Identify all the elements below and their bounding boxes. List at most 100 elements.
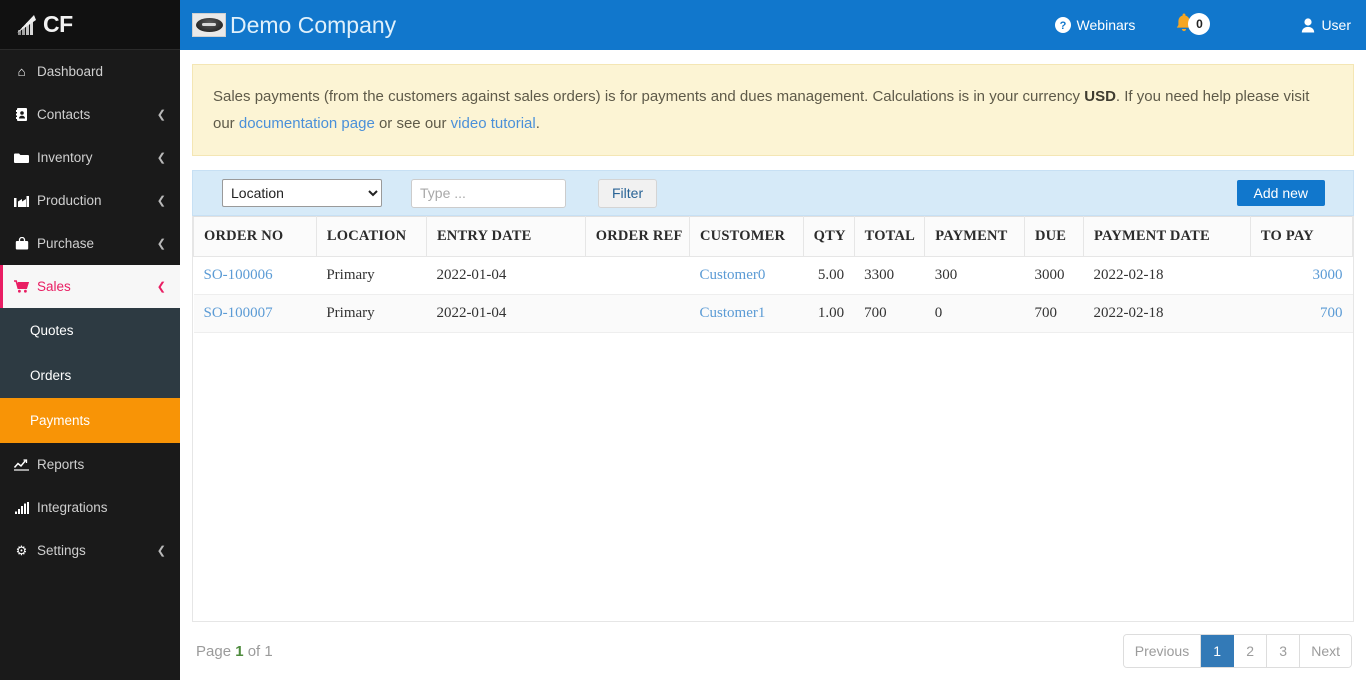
cell-qty: 5.00 (803, 256, 855, 295)
chevron-left-icon: ❮ (156, 238, 166, 250)
pagination: Previous 1 2 3 Next (1122, 634, 1352, 668)
sidebar-submenu-sales: Quotes Orders Payments (0, 308, 180, 443)
page-info-middle: of (243, 642, 265, 660)
info-banner: Sales payments (from the customers again… (192, 64, 1354, 156)
user-menu[interactable]: User (1286, 0, 1366, 50)
sidebar-item-production[interactable]: Production ❮ (0, 179, 180, 222)
pagination-page-3[interactable]: 3 (1267, 635, 1301, 667)
order-no-link[interactable]: SO-100007 (204, 305, 273, 321)
page-info: Page 1 of 1 (196, 643, 273, 660)
company-brand[interactable]: Demo Company (192, 12, 396, 39)
cell-customer[interactable]: Customer0 (689, 256, 804, 295)
col-customer[interactable]: CUSTOMER (689, 216, 804, 257)
sidebar-item-label: Production (37, 193, 102, 208)
cell-order-ref (585, 294, 690, 333)
pagination-next[interactable]: Next (1300, 635, 1351, 667)
to-pay-link[interactable]: 700 (1320, 305, 1343, 321)
page-info-current: 1 (235, 642, 244, 660)
sidebar-item-contacts[interactable]: Contacts ❮ (0, 93, 180, 136)
cell-payment-date: 2022-02-18 (1083, 256, 1251, 295)
sidebar-item-quotes[interactable]: Quotes (0, 308, 180, 353)
cell-order-ref (585, 256, 690, 295)
col-entry-date[interactable]: ENTRY DATE (425, 216, 586, 257)
pagination-page-2[interactable]: 2 (1234, 635, 1268, 667)
cell-to-pay[interactable]: 700 (1250, 294, 1353, 333)
sidebar-subitem-label: Orders (30, 368, 72, 383)
cell-entry-date: 2022-01-04 (426, 256, 586, 295)
sidebar-item-label: Integrations (37, 500, 108, 515)
home-icon: ⌂ (17, 64, 26, 79)
col-to-pay[interactable]: TO PAY (1249, 216, 1353, 257)
user-icon (1301, 17, 1315, 33)
sidebar-item-label: Dashboard (37, 64, 104, 79)
customer-link[interactable]: Customer1 (700, 305, 766, 321)
cell-payment: 0 (924, 294, 1025, 333)
col-qty[interactable]: QTY (802, 216, 855, 257)
to-pay-link[interactable]: 3000 (1313, 267, 1343, 283)
table-row: SO-100006 Primary 2022-01-04 Customer0 5… (193, 256, 1353, 295)
location-select[interactable]: Location (222, 179, 382, 207)
video-tutorial-link[interactable]: video tutorial (451, 115, 536, 132)
banner-text-3: or see our (374, 115, 451, 132)
col-order-no[interactable]: ORDER NO (193, 216, 317, 257)
bar-chart-arrow-logo-icon (16, 14, 42, 36)
col-total[interactable]: TOTAL (853, 216, 926, 257)
col-payment-date[interactable]: PAYMENT DATE (1083, 216, 1251, 257)
webinars-label: Webinars (1076, 17, 1136, 33)
cell-order-no[interactable]: SO-100007 (193, 294, 317, 333)
col-location[interactable]: LOCATION (315, 216, 427, 257)
banner-currency: USD (1084, 88, 1116, 105)
app-root: CF ⌂ Dashboard Contacts ❮ Inventory ❮ Pr… (0, 0, 1366, 680)
sidebar-item-payments[interactable]: Payments (0, 398, 180, 443)
cell-location: Primary (316, 256, 427, 295)
sidebar-subitem-label: Payments (30, 413, 91, 428)
cell-total: 700 (854, 294, 925, 333)
sidebar-item-sales[interactable]: Sales ❮ (0, 265, 180, 308)
filter-button[interactable]: Filter (598, 178, 658, 208)
sidebar-item-orders[interactable]: Orders (0, 353, 180, 398)
sidebar-item-dashboard[interactable]: ⌂ Dashboard (0, 50, 180, 93)
company-oval-logo-icon (192, 13, 226, 37)
table-body: SO-100006 Primary 2022-01-04 Customer0 5… (193, 256, 1353, 333)
sidebar-item-settings[interactable]: ⚙ Settings ❮ (0, 529, 180, 572)
sidebar-item-purchase[interactable]: Purchase ❮ (0, 222, 180, 265)
brand-logo[interactable]: CF (0, 0, 180, 50)
chevron-left-icon: ❮ (156, 545, 166, 557)
pagination-previous[interactable]: Previous (1123, 635, 1202, 667)
cell-payment: 300 (924, 256, 1025, 295)
col-due[interactable]: DUE (1023, 216, 1085, 257)
sidebar-item-label: Reports (37, 457, 85, 472)
contacts-icon (13, 108, 30, 121)
cell-order-no[interactable]: SO-100006 (193, 256, 317, 295)
order-no-link[interactable]: SO-100006 (204, 267, 273, 283)
webinars-link[interactable]: ? Webinars (1040, 0, 1151, 50)
notifications-button[interactable]: 0 (1150, 0, 1224, 50)
documentation-link[interactable]: documentation page (239, 115, 375, 132)
customer-link[interactable]: Customer0 (700, 267, 766, 283)
cell-customer[interactable]: Customer1 (689, 294, 804, 333)
sidebar-item-integrations[interactable]: Integrations (0, 486, 180, 529)
payments-table: ORDER NO LOCATION ENTRY DATE ORDER REF C… (193, 216, 1353, 333)
add-new-button[interactable]: Add new (1236, 180, 1325, 206)
banner-text-4: . (535, 115, 540, 132)
svg-text:?: ? (1059, 20, 1066, 32)
cart-icon (13, 280, 30, 293)
search-input[interactable] (411, 178, 566, 208)
pagination-page-1[interactable]: 1 (1201, 635, 1235, 667)
sidebar-item-inventory[interactable]: Inventory ❮ (0, 136, 180, 179)
chevron-left-icon: ❮ (156, 109, 166, 121)
pagination-row: Page 1 of 1 Previous 1 2 3 Next (192, 622, 1354, 680)
sidebar-item-label: Sales (37, 279, 71, 294)
sidebar-subitem-label: Quotes (30, 323, 74, 338)
question-circle-icon: ? (1054, 17, 1071, 33)
sidebar-item-label: Inventory (37, 150, 93, 165)
main-area: Demo Company ? Webinars 0 User Sales pay… (180, 0, 1366, 680)
sidebar-item-label: Purchase (37, 236, 95, 251)
col-payment[interactable]: PAYMENT (924, 216, 1025, 257)
payments-table-container: ORDER NO LOCATION ENTRY DATE ORDER REF C… (192, 216, 1354, 622)
page-content: Sales payments (from the customers again… (180, 50, 1366, 680)
col-order-ref[interactable]: ORDER REF (584, 216, 691, 257)
sidebar-item-reports[interactable]: Reports (0, 443, 180, 486)
cell-to-pay[interactable]: 3000 (1250, 256, 1353, 295)
factory-icon (13, 195, 30, 207)
